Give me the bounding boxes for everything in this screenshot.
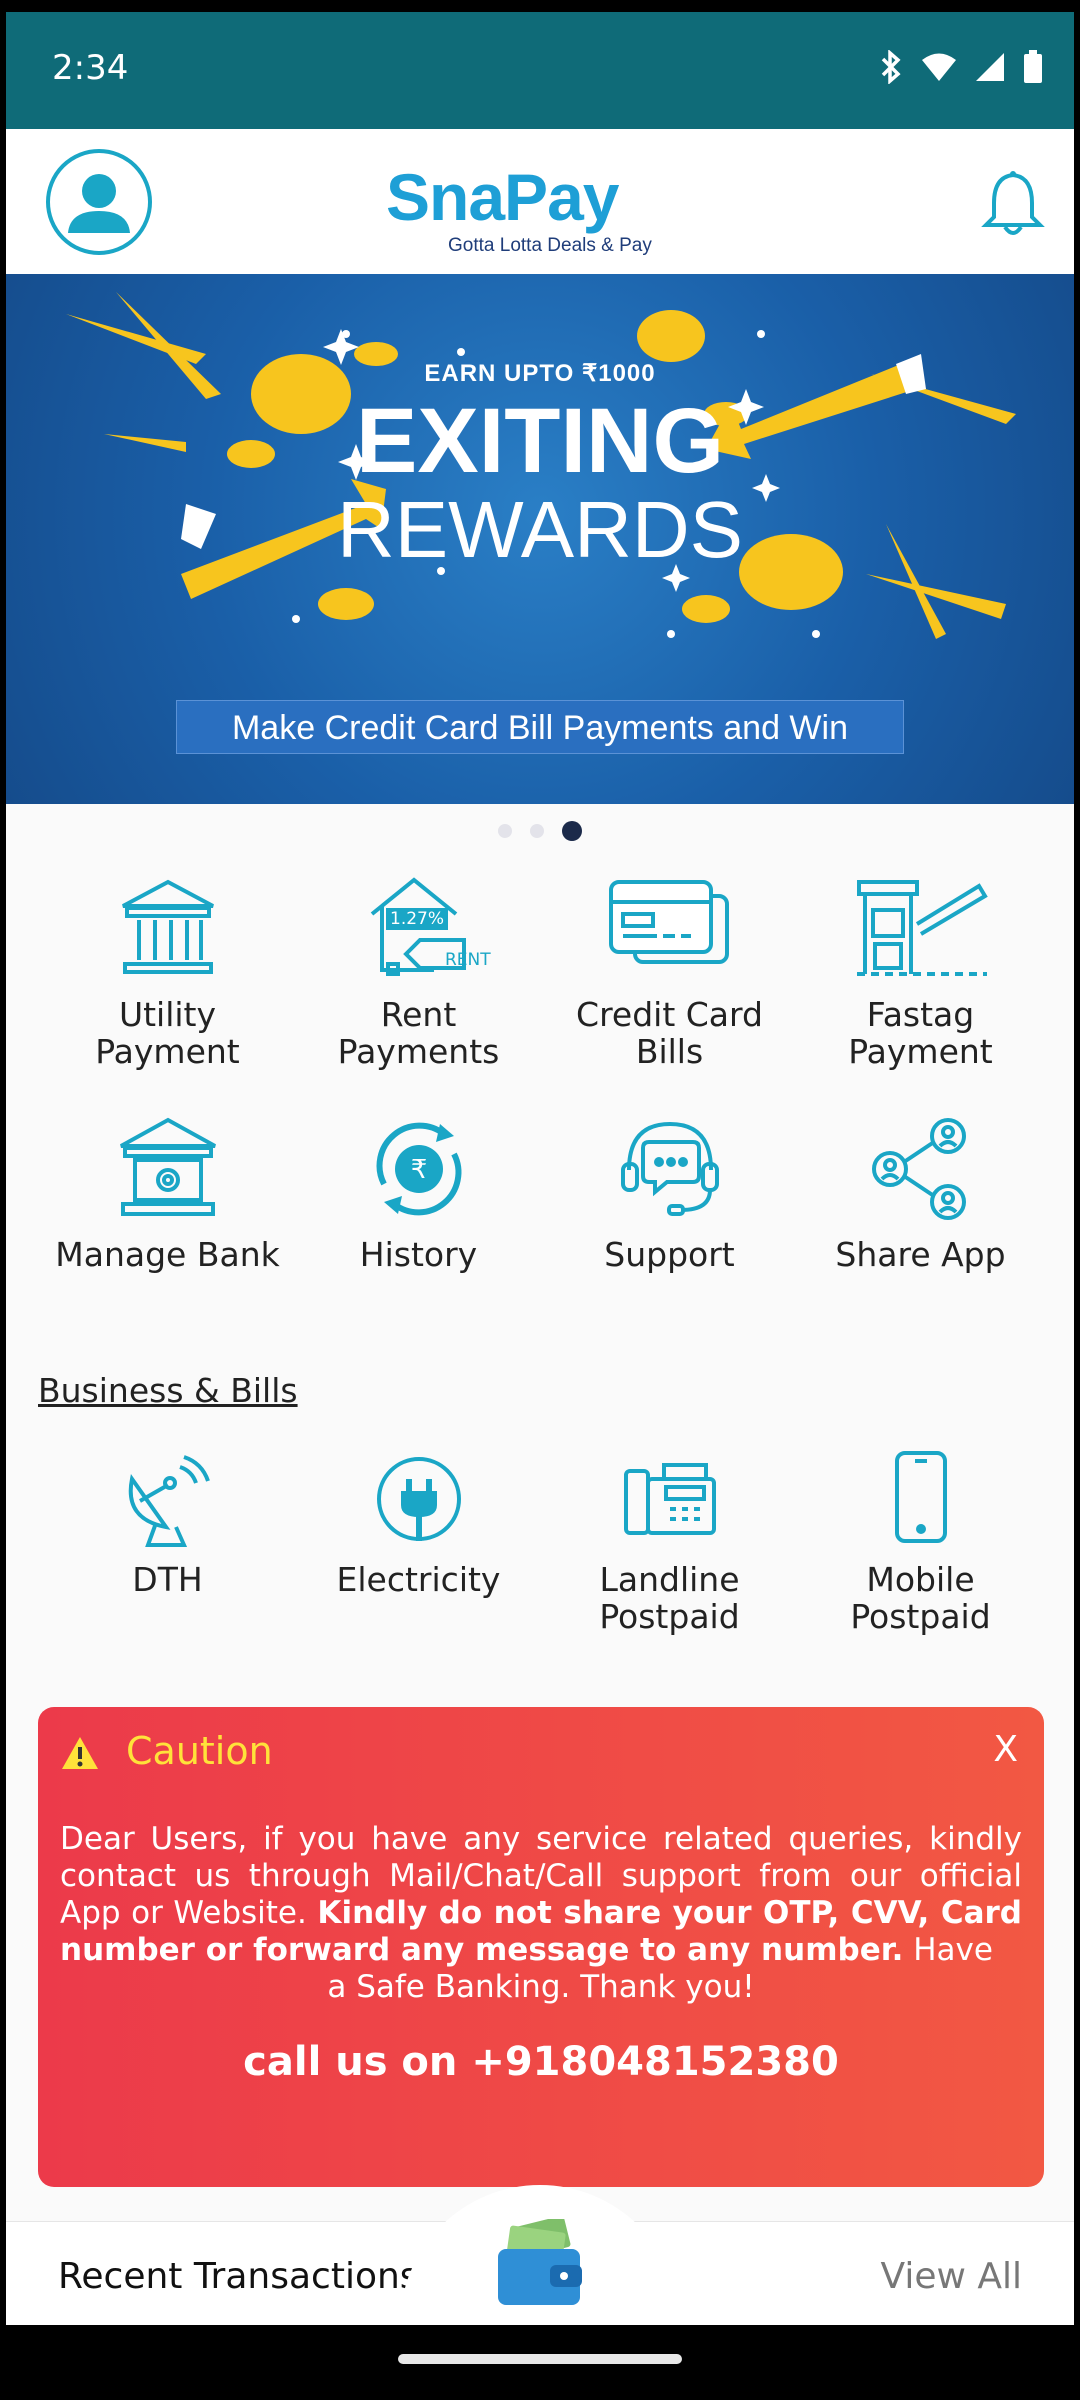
business-bills-row: DTH Electricity Landline Postpaid Mobile… bbox=[42, 1449, 1074, 1635]
services-row-2: Manage Bank ₹ History Support Share App bbox=[42, 1114, 1074, 1273]
share-network-icon bbox=[871, 1118, 966, 1220]
credit-card-icon bbox=[608, 880, 729, 964]
wallet-icon[interactable] bbox=[494, 2219, 586, 2309]
status-icons bbox=[878, 50, 1044, 84]
caution-message: Dear Users, if you have any service rela… bbox=[60, 1821, 1022, 2006]
carousel-indicator[interactable] bbox=[6, 821, 1074, 841]
carousel-dot-active[interactable] bbox=[562, 821, 582, 841]
user-icon bbox=[68, 174, 130, 233]
caution-message-last: a Safe Banking. Thank you! bbox=[327, 1969, 755, 2005]
rent-payments-button[interactable]: 1.27% RENT Rent Payments bbox=[293, 874, 544, 1070]
toll-gate-icon bbox=[856, 880, 988, 976]
mobile-postpaid-button[interactable]: Mobile Postpaid bbox=[795, 1449, 1046, 1635]
fastag-payment-button[interactable]: Fastag Payment bbox=[795, 874, 1046, 1070]
snapay-logo: SnaPay Gotta Lotta Deals & Pay bbox=[386, 159, 706, 259]
history-label: History bbox=[359, 1235, 478, 1274]
landline-postpaid-label: Landline Postpaid bbox=[599, 1560, 740, 1636]
logo-text: SnaPay bbox=[386, 160, 619, 234]
satellite-dish-icon bbox=[128, 1455, 210, 1547]
battery-icon bbox=[1024, 50, 1042, 83]
bank-building-icon bbox=[121, 879, 214, 974]
fastag-payment-label: Fastag Payment bbox=[848, 995, 993, 1071]
landline-phone-icon bbox=[623, 1463, 716, 1535]
landline-postpaid-button[interactable]: Landline Postpaid bbox=[544, 1449, 795, 1635]
rent-rate-badge: 1.27% bbox=[386, 908, 449, 930]
rupee-history-icon: ₹ bbox=[376, 1122, 461, 1216]
mobile-phone-icon bbox=[894, 1451, 947, 1543]
profile-avatar-button[interactable] bbox=[46, 149, 152, 255]
carousel-dot[interactable] bbox=[530, 824, 544, 838]
utility-payment-label: Utility Payment bbox=[95, 995, 240, 1071]
banner-title-line1: EXITING bbox=[355, 390, 725, 492]
caution-title: Caution bbox=[126, 1729, 273, 1773]
home-gesture-handle[interactable] bbox=[398, 2354, 682, 2364]
app-screen: SnaPay Gotta Lotta Deals & Pay EARN UPTO… bbox=[6, 129, 1074, 2325]
banner-earn-text: EARN UPTO ₹1000 bbox=[424, 360, 656, 387]
wifi-icon bbox=[922, 53, 956, 81]
promo-banner[interactable]: EARN UPTO ₹1000 EXITING REWARDS Make Cre… bbox=[6, 274, 1074, 804]
support-button[interactable]: Support bbox=[544, 1114, 795, 1273]
share-app-label: Share App bbox=[835, 1235, 1006, 1274]
manage-bank-label: Manage Bank bbox=[55, 1235, 280, 1274]
status-bar: 2:34 bbox=[6, 12, 1074, 129]
recent-transactions-title: Recent Transactions bbox=[58, 2256, 418, 2297]
share-app-button[interactable]: Share App bbox=[795, 1114, 1046, 1273]
business-bills-heading: Business & Bills bbox=[38, 1371, 298, 1410]
svg-text:₹: ₹ bbox=[410, 1155, 427, 1185]
credit-card-bills-button[interactable]: Credit Card Bills bbox=[544, 874, 795, 1070]
dth-label: DTH bbox=[132, 1560, 203, 1599]
services-row-1: Utility Payment 1.27% RENT Rent Payments C… bbox=[42, 874, 1074, 1070]
signal-icon bbox=[976, 53, 1004, 81]
caution-call-number[interactable]: call us on +918048152380 bbox=[38, 2039, 1044, 2085]
status-time: 2:34 bbox=[52, 48, 129, 88]
dth-button[interactable]: DTH bbox=[42, 1449, 293, 1635]
logo-tagline: Gotta Lotta Deals & Pay bbox=[448, 235, 652, 256]
mobile-postpaid-label: Mobile Postpaid bbox=[850, 1560, 991, 1636]
bluetooth-icon bbox=[881, 50, 901, 84]
notification-bell-icon[interactable] bbox=[980, 169, 1046, 239]
power-plug-icon bbox=[376, 1457, 461, 1541]
banner-title-line2: REWARDS bbox=[337, 485, 743, 574]
caution-close-button[interactable]: X bbox=[993, 1729, 1018, 1770]
utility-payment-button[interactable]: Utility Payment bbox=[42, 874, 293, 1070]
headset-chat-icon bbox=[620, 1121, 719, 1216]
banner-caption: Make Credit Card Bill Payments and Win bbox=[176, 700, 904, 754]
history-button[interactable]: ₹ History bbox=[293, 1114, 544, 1273]
warning-icon bbox=[62, 1737, 98, 1769]
caution-card: Caution X Dear Users, if you have any se… bbox=[38, 1707, 1044, 2187]
credit-card-bills-label: Credit Card Bills bbox=[576, 995, 763, 1071]
rent-tag-label: RENT bbox=[445, 950, 491, 970]
view-all-link[interactable]: View All bbox=[880, 2256, 1022, 2297]
electricity-label: Electricity bbox=[336, 1560, 501, 1599]
support-label: Support bbox=[604, 1235, 735, 1274]
caution-message-part2: Have bbox=[903, 1932, 993, 1968]
carousel-dot[interactable] bbox=[498, 824, 512, 838]
app-header: SnaPay Gotta Lotta Deals & Pay bbox=[6, 129, 1074, 274]
bank-settings-icon bbox=[119, 1117, 216, 1216]
electricity-button[interactable]: Electricity bbox=[293, 1449, 544, 1635]
manage-bank-button[interactable]: Manage Bank bbox=[42, 1114, 293, 1273]
rent-payments-label: Rent Payments bbox=[337, 995, 500, 1071]
